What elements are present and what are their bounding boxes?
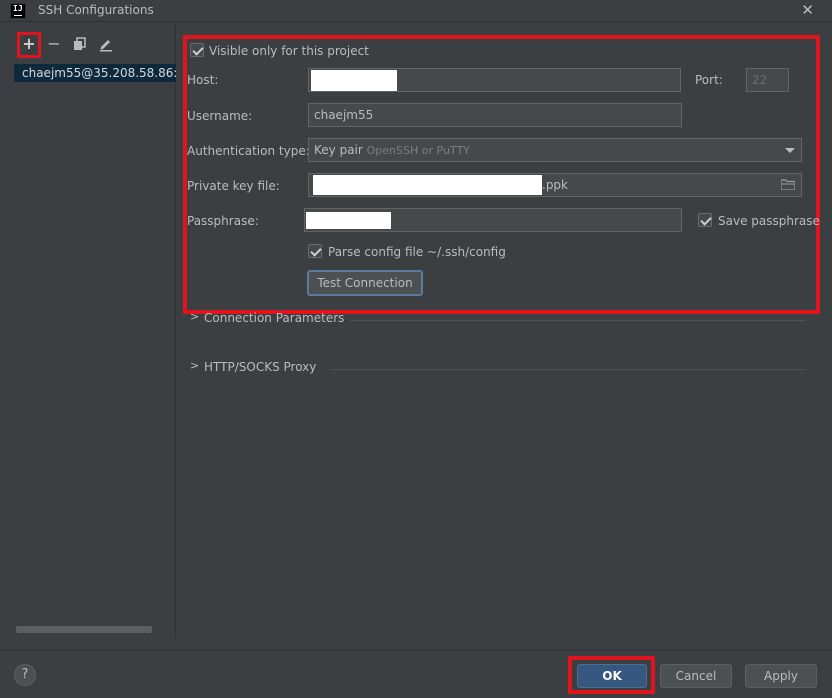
chevron-right-icon: > [190, 359, 200, 372]
proxy-title: HTTP/SOCKS Proxy [204, 360, 317, 374]
auth-type-dropdown[interactable]: Key pair OpenSSH or PuTTY [308, 138, 802, 162]
configurations-list-panel: + − chaejm55@35.208.58.86:22 [0, 24, 176, 638]
proxy-section[interactable]: > HTTP/SOCKS Proxy [190, 359, 806, 377]
connection-parameters-title: Connection Parameters [204, 311, 345, 325]
add-icon: + [22, 34, 36, 53]
section-divider [350, 320, 806, 321]
logo-text: IJ [13, 4, 23, 13]
horizontal-scrollbar[interactable] [16, 626, 152, 633]
window-title: SSH Configurations [38, 3, 154, 17]
section-divider [330, 369, 806, 370]
auth-type-hint: OpenSSH or PuTTY [366, 144, 470, 157]
remove-button[interactable]: − [44, 34, 64, 54]
close-icon[interactable]: ✕ [801, 1, 814, 19]
redacted-key-path [313, 175, 542, 195]
chevron-right-icon: > [190, 310, 200, 323]
copy-button[interactable] [70, 34, 90, 54]
copy-icon [74, 37, 86, 50]
auth-type-value: Key pair [314, 143, 363, 157]
pencil-icon [100, 40, 112, 52]
remove-icon: − [47, 34, 61, 53]
port-input[interactable]: 22 [746, 68, 789, 92]
parse-config-label: Parse config file ~/.ssh/config [328, 245, 506, 259]
ok-button[interactable]: OK [577, 664, 647, 688]
private-key-label: Private key file: [187, 179, 280, 193]
visible-only-checkbox[interactable] [190, 43, 204, 57]
redacted-host [311, 70, 397, 91]
apply-button[interactable]: Apply [745, 664, 817, 688]
add-button[interactable]: + [17, 32, 41, 58]
port-label: Port: [695, 73, 723, 87]
edit-button[interactable] [96, 34, 116, 54]
save-passphrase-label: Save passphrase [718, 214, 820, 228]
connection-parameters-section[interactable]: > Connection Parameters [190, 310, 806, 328]
host-label: Host: [187, 73, 219, 87]
list-item-ssh-config[interactable]: chaejm55@35.208.58.86:22 [14, 64, 176, 82]
save-passphrase-checkbox[interactable] [698, 213, 712, 227]
title-bar: IJ SSH Configurations ✕ [0, 0, 832, 22]
cancel-button[interactable]: Cancel [660, 664, 732, 688]
private-key-suffix: .ppk [542, 178, 568, 192]
folder-icon[interactable] [781, 179, 795, 190]
test-connection-button[interactable]: Test Connection [307, 270, 423, 296]
passphrase-label: Passphrase: [187, 214, 259, 228]
parse-config-checkbox[interactable] [308, 244, 322, 258]
username-label: Username: [187, 109, 253, 123]
auth-type-label: Authentication type: [187, 144, 310, 158]
help-button[interactable]: ? [14, 664, 36, 686]
chevron-down-icon [785, 148, 795, 153]
username-input[interactable]: chaejm55 [308, 103, 682, 127]
configuration-form-panel: Visible only for this project Host: Port… [176, 24, 832, 638]
visible-only-label: Visible only for this project [209, 44, 369, 58]
redacted-passphrase [306, 212, 391, 229]
intellij-logo-icon: IJ [10, 3, 26, 19]
